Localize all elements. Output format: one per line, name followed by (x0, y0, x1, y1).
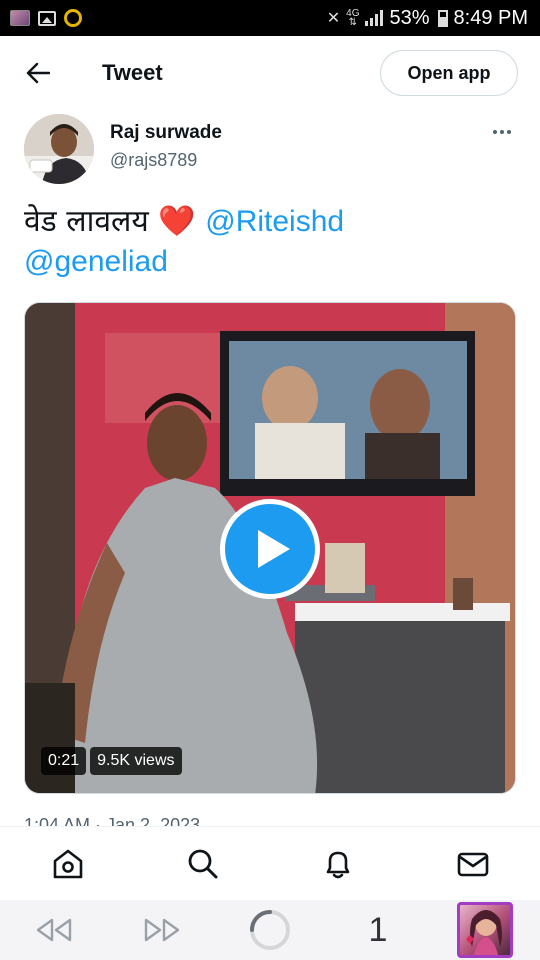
notifications-icon (326, 851, 349, 878)
search-icon (188, 849, 217, 878)
clock: 8:49 PM (453, 6, 528, 29)
tweet-text: वेड लावलय ❤️ @Riteishd @geneliad (24, 202, 516, 282)
loading-button[interactable] (246, 908, 294, 952)
video-views: 9.5K views (90, 747, 182, 775)
battery-icon (437, 9, 448, 27)
tab-count[interactable]: 1 (354, 908, 402, 952)
coin-icon (64, 9, 82, 27)
vibrate-icon: ✕ (326, 10, 341, 27)
heart-emoji: ❤️ (158, 204, 196, 239)
nav-messages[interactable] (449, 840, 497, 888)
messages-icon (457, 852, 488, 876)
nav-notifications[interactable] (314, 840, 362, 888)
rewind-icon (36, 918, 72, 942)
video-duration: 0:21 (41, 747, 87, 775)
profile-thumbnail (457, 902, 513, 958)
author-display-name[interactable]: Raj surwade (110, 122, 222, 144)
bottom-navigation (0, 826, 540, 900)
avatar[interactable] (24, 114, 94, 184)
profile-tab-button[interactable] (456, 902, 514, 958)
network-type: 4G ⇅ (346, 8, 360, 28)
browser-toolbar: 1 (0, 900, 540, 960)
tweet-timestamp: 1:04 AM · Jan 2, 2023 (24, 815, 201, 826)
nav-search[interactable] (179, 840, 227, 888)
nav-home[interactable] (44, 840, 92, 888)
more-options-button[interactable] (488, 120, 516, 144)
signal-icon (365, 10, 384, 26)
open-app-button[interactable]: Open app (380, 50, 518, 96)
battery-percent: 53% (389, 6, 430, 29)
status-bar: ✕ 4G ⇅ 53% 8:49 PM (0, 0, 540, 36)
arrow-left-icon (26, 62, 50, 84)
browser-forward-button[interactable] (138, 908, 186, 952)
loading-spinner-icon (250, 910, 290, 950)
back-button[interactable] (24, 59, 52, 87)
more-dots-icon (493, 130, 497, 134)
author-handle[interactable]: @rajs8789 (110, 150, 197, 171)
tweet-body: वेड लावलय (24, 204, 149, 239)
video-player[interactable]: 0:21 9.5K views (24, 302, 516, 794)
browser-back-button[interactable] (30, 908, 78, 952)
page-title: Tweet (102, 60, 163, 85)
home-icon (53, 849, 82, 878)
tweet-header: Tweet Open app (0, 36, 540, 110)
mention-link[interactable]: @geneliad (24, 245, 168, 278)
app-notification-icon (10, 10, 30, 26)
video-badges: 0:21 9.5K views (41, 747, 182, 775)
fast-forward-icon (144, 918, 180, 942)
tweet-author: Raj surwade @rajs8789 (24, 112, 516, 184)
play-button[interactable] (220, 499, 320, 599)
gallery-icon (38, 10, 56, 26)
mention-link[interactable]: @Riteishd (205, 205, 344, 238)
